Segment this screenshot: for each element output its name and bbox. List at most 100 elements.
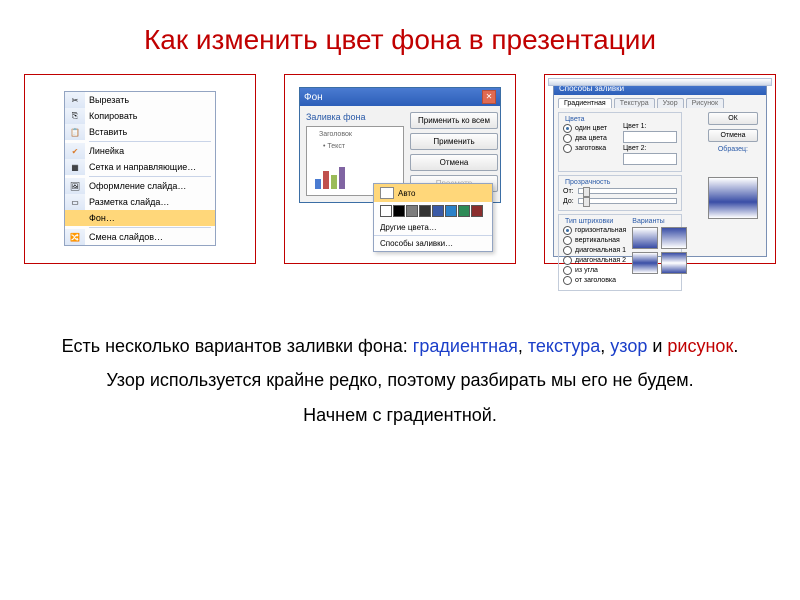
radio-diag2[interactable]: диагональная 2 <box>563 256 626 265</box>
color2-dropdown[interactable] <box>623 153 677 165</box>
thumb-context-menu: ✂ Вырезать ⎘ Копировать 📋 Вставить ✔ Лин… <box>24 74 256 264</box>
menu-copy[interactable]: ⎘ Копировать <box>65 108 215 124</box>
popup-label: Авто <box>398 189 415 198</box>
radio-diag1[interactable]: диагональная 1 <box>563 246 626 255</box>
color-swatch[interactable] <box>406 205 418 217</box>
cancel-button[interactable]: Отмена <box>708 129 758 142</box>
popup-label: Другие цвета… <box>380 223 437 232</box>
scissors-icon: ✂ <box>65 92 85 108</box>
radio-horizontal[interactable]: горизонтальная <box>563 226 626 235</box>
radio-two-colors[interactable]: два цвета <box>563 134 617 143</box>
group-label: Цвета <box>563 116 587 123</box>
tab-pattern[interactable]: Узор <box>657 98 684 108</box>
apply-button[interactable]: Применить <box>410 133 498 150</box>
radio-label: из угла <box>575 267 598 274</box>
menu-label: Разметка слайда… <box>89 197 169 207</box>
from-label: От: <box>563 188 574 195</box>
paste-icon: 📋 <box>65 124 85 140</box>
to-slider[interactable] <box>578 198 677 204</box>
ok-button[interactable]: ОК <box>708 112 758 125</box>
radio-corner[interactable]: из угла <box>563 266 626 275</box>
close-icon[interactable]: ✕ <box>482 90 496 104</box>
radio-one-color[interactable]: один цвет <box>563 124 617 133</box>
menu-label: Вставить <box>89 127 127 137</box>
tab-texture[interactable]: Текстура <box>614 98 655 108</box>
radio-label: вертикальная <box>575 237 620 244</box>
radio-title[interactable]: от заголовка <box>563 276 626 285</box>
menu-label: Вырезать <box>89 95 129 105</box>
radio-label: горизонтальная <box>575 227 626 234</box>
copy-icon: ⎘ <box>65 108 85 124</box>
ruler-icon <box>548 78 772 86</box>
color-swatch-row <box>374 202 492 220</box>
more-colors[interactable]: Другие цвета… <box>374 220 492 235</box>
variant-grid <box>632 252 687 274</box>
thumbnail-row: ✂ Вырезать ⎘ Копировать 📋 Вставить ✔ Лин… <box>24 74 776 264</box>
variant-grid <box>632 227 687 249</box>
color-swatch[interactable] <box>393 205 405 217</box>
slide-title: Как изменить цвет фона в презентации <box>24 24 776 56</box>
radio-label: диагональная 2 <box>575 257 626 264</box>
color-swatch[interactable] <box>432 205 444 217</box>
p1-and: и <box>647 336 667 356</box>
radio-vertical[interactable]: вертикальная <box>563 236 626 245</box>
radio-label: один цвет <box>575 125 607 132</box>
shading-group: Тип штриховки горизонтальная вертикальна… <box>558 214 682 291</box>
menu-label: Линейка <box>89 146 124 156</box>
tab-picture[interactable]: Рисунок <box>686 98 724 108</box>
fill-methods[interactable]: Способы заливки… <box>374 235 492 251</box>
apply-all-button[interactable]: Применить ко всем <box>410 112 498 129</box>
color-swatch[interactable] <box>458 205 470 217</box>
group-label: Прозрачность <box>563 179 612 186</box>
cancel-button[interactable]: Отмена <box>410 154 498 171</box>
check-icon: ✔ <box>65 143 85 159</box>
color2-label: Цвет 2: <box>623 145 677 152</box>
group-label: Тип штриховки <box>563 218 615 225</box>
dialog-titlebar: Фон ✕ <box>300 88 500 106</box>
separator <box>89 141 211 142</box>
color1-dropdown[interactable] <box>623 131 677 143</box>
blank-icon <box>65 210 85 226</box>
thumb-background-dialog: Фон ✕ Заливка фона Заголовок • Текст <box>284 74 516 264</box>
variant-swatch[interactable] <box>632 227 658 249</box>
radio-label: диагональная 1 <box>575 247 626 254</box>
p1-sep: , <box>518 336 528 356</box>
menu-label: Фон… <box>89 213 115 223</box>
color-popup: Авто Другие цвета… <box>373 183 493 252</box>
variant-swatch[interactable] <box>661 227 687 249</box>
menu-background[interactable]: Фон… <box>65 210 215 226</box>
menu-label: Смена слайдов… <box>89 232 163 242</box>
context-menu: ✂ Вырезать ⎘ Копировать 📋 Вставить ✔ Лин… <box>64 91 216 246</box>
thumb-fill-dialog: Способы заливки Градиентная Текстура Узо… <box>544 74 776 264</box>
menu-paste[interactable]: 📋 Вставить <box>65 124 215 140</box>
menu-label: Сетка и направляющие… <box>89 162 196 172</box>
menu-label: Копировать <box>89 111 137 121</box>
auto-swatch-icon <box>380 187 394 199</box>
preview-chart-icon <box>315 167 345 189</box>
radio-preset[interactable]: заготовка <box>563 144 617 153</box>
color-swatch[interactable] <box>419 205 431 217</box>
colors-group: Цвета один цвет два цвета заготовка Цвет… <box>558 112 682 172</box>
to-label: До: <box>563 198 574 205</box>
menu-cut[interactable]: ✂ Вырезать <box>65 92 215 108</box>
color-swatch[interactable] <box>471 205 483 217</box>
color-swatch[interactable] <box>380 205 392 217</box>
from-slider[interactable] <box>578 188 677 194</box>
tab-gradient[interactable]: Градиентная <box>558 98 612 108</box>
color1-label: Цвет 1: <box>623 123 677 130</box>
menu-grid[interactable]: ▦ Сетка и направляющие… <box>65 159 215 175</box>
p1-pattern: узор <box>610 336 647 356</box>
grid-icon: ▦ <box>65 159 85 175</box>
color-auto[interactable]: Авто <box>374 184 492 202</box>
menu-layout[interactable]: ▭ Разметка слайда… <box>65 194 215 210</box>
menu-transition[interactable]: 🔀 Смена слайдов… <box>65 229 215 245</box>
menu-design[interactable]: 🖼 Оформление слайда… <box>65 178 215 194</box>
variants-label: Варианты <box>632 218 687 225</box>
p1-picture: рисунок <box>667 336 733 356</box>
sample-label: Образец: <box>718 146 748 153</box>
color-swatch[interactable] <box>445 205 457 217</box>
radio-label: заготовка <box>575 145 606 152</box>
variant-swatch[interactable] <box>661 252 687 274</box>
menu-ruler[interactable]: ✔ Линейка <box>65 143 215 159</box>
variant-swatch[interactable] <box>632 252 658 274</box>
